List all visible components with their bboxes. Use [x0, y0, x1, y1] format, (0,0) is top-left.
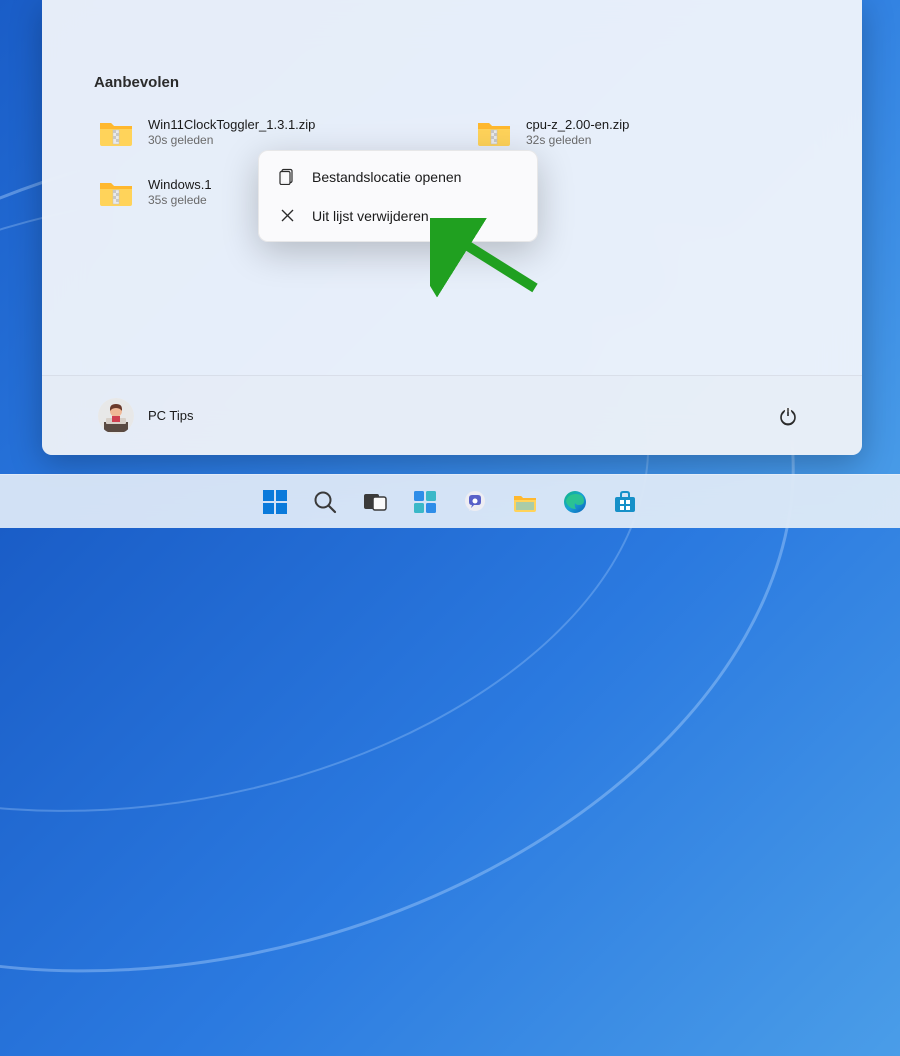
- recommended-item-time: 35s gelede: [148, 193, 212, 207]
- start-menu-footer: PC Tips: [42, 375, 862, 455]
- user-account-button[interactable]: PC Tips: [98, 398, 194, 434]
- annotation-arrow: [430, 218, 550, 313]
- user-name-label: PC Tips: [148, 408, 194, 423]
- edge-icon: [562, 489, 588, 515]
- taskbar-chat-button[interactable]: [454, 481, 496, 523]
- avatar: [98, 398, 134, 434]
- recommended-item-name: Win11ClockToggler_1.3.1.zip: [148, 117, 315, 132]
- windows-start-icon: [262, 489, 288, 515]
- recommended-item[interactable]: Win11ClockToggler_1.3.1.zip 30s geleden: [94, 111, 432, 153]
- menu-item-label: Uit lijst verwijderen: [312, 208, 429, 224]
- taskbar-store-button[interactable]: [604, 481, 646, 523]
- microsoft-store-icon: [612, 489, 638, 515]
- zip-folder-icon: [98, 117, 134, 147]
- power-icon: [778, 406, 798, 426]
- menu-open-file-location[interactable]: Bestandslocatie openen: [265, 157, 531, 196]
- taskbar-widgets-button[interactable]: [404, 481, 446, 523]
- taskbar: [0, 474, 900, 528]
- recommended-item[interactable]: cpu-z_2.00-en.zip 32s geleden: [472, 111, 810, 153]
- recommended-section-title: Aanbevolen: [94, 74, 810, 91]
- taskbar-edge-button[interactable]: [554, 481, 596, 523]
- file-location-icon: [279, 168, 296, 185]
- zip-folder-icon: [98, 177, 134, 207]
- file-explorer-icon: [512, 489, 538, 515]
- recommended-item-name: cpu-z_2.00-en.zip: [526, 117, 629, 132]
- taskbar-search-button[interactable]: [304, 481, 346, 523]
- menu-item-label: Bestandslocatie openen: [312, 169, 461, 185]
- recommended-item-time: 32s geleden: [526, 133, 629, 147]
- power-button[interactable]: [770, 398, 806, 434]
- task-view-icon: [362, 489, 388, 515]
- zip-folder-icon: [476, 117, 512, 147]
- recommended-item-name: Windows.1: [148, 177, 212, 192]
- recommended-item-time: 30s geleden: [148, 133, 315, 147]
- recommended-item-text: Win11ClockToggler_1.3.1.zip 30s geleden: [148, 117, 315, 147]
- taskbar-file-explorer-button[interactable]: [504, 481, 546, 523]
- recommended-item-text: cpu-z_2.00-en.zip 32s geleden: [526, 117, 629, 147]
- chat-icon: [462, 489, 488, 515]
- taskbar-task-view-button[interactable]: [354, 481, 396, 523]
- search-icon: [312, 489, 338, 515]
- taskbar-start-button[interactable]: [254, 481, 296, 523]
- close-icon: [279, 207, 296, 224]
- widgets-icon: [412, 489, 438, 515]
- recommended-item-text: Windows.1 35s gelede: [148, 177, 212, 207]
